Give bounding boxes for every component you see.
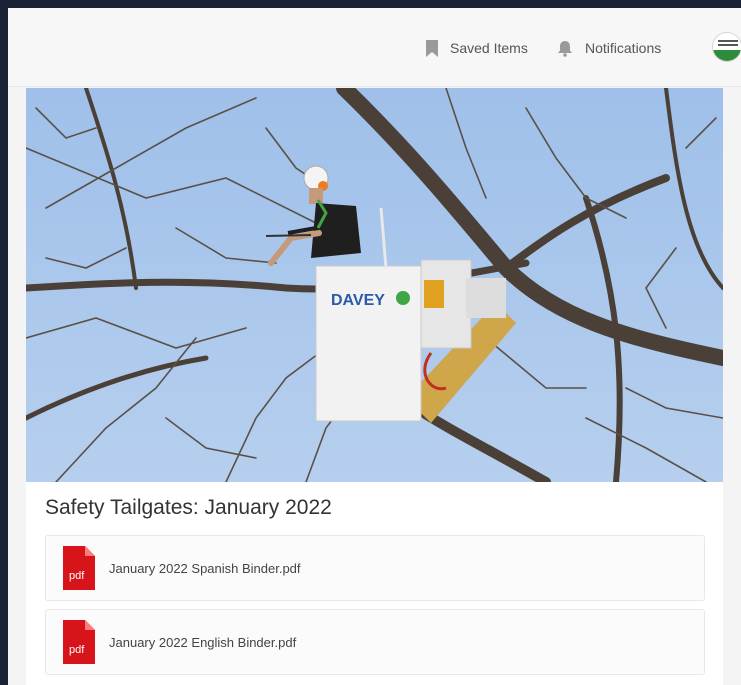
app-window: Saved Items Notifications DAVEY Safety T… bbox=[8, 8, 741, 685]
saved-items-label: Saved Items bbox=[450, 40, 528, 56]
page-title: Safety Tailgates: January 2022 bbox=[45, 496, 332, 519]
window-edge bbox=[0, 0, 8, 685]
notifications-link[interactable]: Notifications bbox=[557, 38, 661, 58]
hero-image: DAVEY bbox=[26, 88, 723, 482]
pdf-icon-label: pdf bbox=[69, 644, 85, 656]
pdf-file-icon: pdf bbox=[63, 546, 95, 590]
window-corner bbox=[8, 0, 36, 8]
user-avatar[interactable] bbox=[712, 32, 741, 62]
notifications-label: Notifications bbox=[585, 40, 662, 56]
content-card: DAVEY Safety Tailgates: January 2022 pdf… bbox=[26, 88, 723, 685]
davey-logo-text: DAVEY bbox=[331, 292, 385, 309]
file-name: January 2022 Spanish Binder.pdf bbox=[109, 560, 301, 576]
pdf-icon-label: pdf bbox=[69, 570, 85, 582]
file-item[interactable]: pdf January 2022 Spanish Binder.pdf bbox=[45, 535, 705, 601]
avatar-lettering bbox=[718, 40, 738, 42]
bell-icon bbox=[557, 40, 573, 57]
saved-items-link[interactable]: Saved Items bbox=[426, 38, 528, 58]
avatar-bottom bbox=[713, 50, 741, 61]
pdf-file-icon: pdf bbox=[63, 620, 95, 664]
top-header-bar: Saved Items Notifications bbox=[8, 8, 741, 87]
file-item[interactable]: pdf January 2022 English Binder.pdf bbox=[45, 609, 705, 675]
bookmark-icon bbox=[426, 39, 438, 57]
file-name: January 2022 English Binder.pdf bbox=[109, 634, 297, 650]
